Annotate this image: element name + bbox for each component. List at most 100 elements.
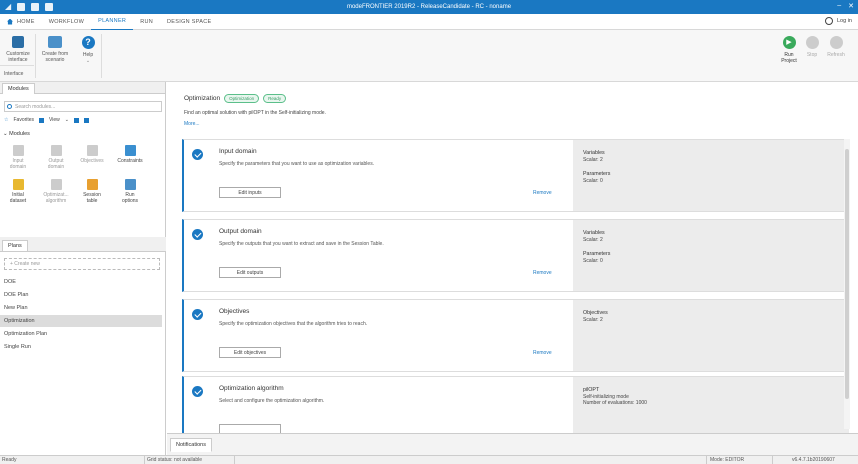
optimization-algorithm-card: Optimization algorithm Select and config… — [182, 376, 849, 434]
objectives-card: Objectives Specify the optimization obje… — [182, 299, 849, 372]
refresh-icon — [829, 36, 843, 49]
help-icon: ? — [81, 36, 95, 49]
version-label: v6.4.7.1b20190607 — [792, 457, 835, 463]
menu-planner[interactable]: PLANNER — [91, 14, 134, 30]
check-circle-icon — [192, 309, 203, 320]
constraints-icon — [124, 145, 136, 156]
notifications-panel: Notifications — [167, 433, 858, 455]
card-description: Specify the outputs that you want to ext… — [219, 241, 384, 247]
module-constraints[interactable]: Constraints — [114, 145, 146, 164]
module-input-domain[interactable]: Input domain — [2, 145, 34, 170]
card-title: Input domain — [219, 148, 257, 155]
module-output-domain[interactable]: Output domain — [40, 145, 72, 170]
card-description: Specify the parameters that you want to … — [219, 161, 375, 167]
save-icon[interactable] — [45, 3, 54, 11]
stop-button[interactable]: Stop — [803, 36, 821, 58]
collapse-icon[interactable] — [84, 117, 89, 123]
card-summary: Variables Scalar: 2 Parameters Scalar: 0 — [573, 140, 849, 211]
grid-status: Grid status: not available — [147, 457, 203, 463]
main-scrollbar[interactable] — [844, 139, 850, 429]
run-options-icon — [124, 179, 136, 190]
customize-icon — [12, 36, 24, 48]
edit-outputs-button[interactable]: Edit outputs — [219, 267, 281, 278]
new-file-icon[interactable] — [17, 3, 26, 11]
card-summary: pilOPT Self-initializing mode Number of … — [573, 377, 849, 434]
ribbon-group-label: Interface — [4, 71, 24, 77]
window-title: modeFRONTIER 2019R2 - ReleaseCandidate -… — [346, 4, 512, 10]
plan-item-doe-plan[interactable]: DOE Plan — [0, 289, 162, 301]
run-icon: ▶ — [782, 36, 796, 49]
check-circle-icon — [192, 229, 203, 240]
mode-indicator: Mode: EDITOR — [710, 457, 745, 463]
view-dropdown[interactable]: View — [49, 117, 60, 123]
help-button[interactable]: ? Help ⌄ — [78, 36, 98, 64]
menu-home[interactable]: HOME — [0, 14, 42, 30]
objectives-icon — [86, 145, 98, 156]
create-from-scenario-button[interactable]: Create from scenario — [37, 36, 73, 63]
module-optimization-algorithm[interactable]: Optimizat... algorithm — [40, 179, 72, 204]
card-title: Objectives — [219, 308, 250, 315]
view-icon — [39, 117, 45, 123]
remove-link[interactable]: Remove — [533, 190, 552, 196]
status-badge: Ready — [263, 94, 287, 103]
home-icon — [7, 18, 13, 25]
output-domain-card: Output domain Specify the outputs that y… — [182, 219, 849, 292]
initial-dataset-icon — [12, 179, 24, 190]
card-title: Optimization algorithm — [219, 385, 284, 392]
more-link[interactable]: More... — [184, 121, 200, 127]
input-domain-card: Input domain Specify the parameters that… — [182, 139, 849, 212]
plan-item-new-plan[interactable]: New Plan — [0, 302, 162, 314]
tab-notifications[interactable]: Notifications — [170, 438, 212, 452]
edit-inputs-button[interactable]: Edit inputs — [219, 187, 281, 198]
card-description: Specify the optimization objectives that… — [219, 321, 368, 327]
create-new-plan-button[interactable]: + Create new — [4, 258, 160, 270]
module-initial-dataset[interactable]: Initial dataset — [2, 179, 34, 204]
check-circle-icon — [192, 386, 203, 397]
expand-icon[interactable] — [74, 117, 79, 123]
module-run-options[interactable]: Run options — [114, 179, 146, 204]
check-circle-icon — [192, 149, 203, 160]
page-title: Optimization — [184, 95, 221, 102]
menu-design-space[interactable]: DESIGN SPACE — [160, 14, 218, 30]
power-icon — [825, 17, 833, 25]
search-icon — [7, 104, 12, 109]
stop-icon — [805, 36, 819, 49]
module-objectives[interactable]: Objectives — [76, 145, 108, 164]
favorites-bar: ☆ Favorites View ⌄ — [4, 117, 89, 123]
login-button[interactable]: Log in — [825, 17, 852, 25]
main-menu-bar: HOME WORKFLOW PLANNER RUN DESIGN SPACE L… — [0, 14, 858, 30]
tab-modules[interactable]: Modules — [2, 83, 35, 94]
output-domain-icon — [50, 145, 62, 156]
plan-item-single-run[interactable]: Single Run — [0, 341, 162, 353]
edit-objectives-button[interactable]: Edit objectives — [219, 347, 281, 358]
menu-workflow[interactable]: WORKFLOW — [42, 14, 91, 30]
remove-link[interactable]: Remove — [533, 350, 552, 356]
search-modules-input[interactable]: Search modules... — [4, 101, 162, 112]
star-icon: ☆ — [4, 117, 9, 123]
algorithm-icon — [50, 179, 62, 190]
type-badge: Optimization — [224, 94, 260, 103]
card-title: Output domain — [219, 228, 262, 235]
input-domain-icon — [12, 145, 24, 156]
left-panel: Modules Search modules... ☆ Favorites Vi… — [0, 82, 166, 455]
open-folder-icon[interactable] — [31, 3, 40, 11]
plans-panel: Plans + Create new DOE DOE Plan New Plan… — [0, 237, 166, 456]
run-project-button[interactable]: ▶ Run Project — [778, 36, 800, 64]
modules-section-header[interactable]: ⌄ Modules — [3, 131, 30, 137]
plan-item-optimization[interactable]: Optimization — [0, 315, 162, 327]
status-text: Ready — [2, 457, 17, 463]
favorites-button[interactable]: Favorites — [13, 117, 34, 123]
close-button[interactable]: ✕ — [848, 2, 854, 10]
scrollbar-thumb[interactable] — [845, 149, 849, 399]
remove-link[interactable]: Remove — [533, 270, 552, 276]
customize-interface-button[interactable]: Customize interface — [3, 36, 33, 63]
refresh-button[interactable]: Refresh — [824, 36, 848, 58]
card-summary: Variables Scalar: 2 Parameters Scalar: 0 — [573, 220, 849, 291]
menu-run[interactable]: RUN — [133, 14, 160, 30]
module-session-table[interactable]: Session table — [76, 179, 108, 204]
plan-item-optimization-plan[interactable]: Optimization Plan — [0, 328, 162, 340]
main-content: Optimization Optimization Ready Find an … — [167, 82, 858, 434]
minimize-button[interactable]: – — [837, 2, 841, 10]
plan-item-doe[interactable]: DOE — [0, 276, 162, 288]
tab-plans[interactable]: Plans — [2, 240, 28, 251]
